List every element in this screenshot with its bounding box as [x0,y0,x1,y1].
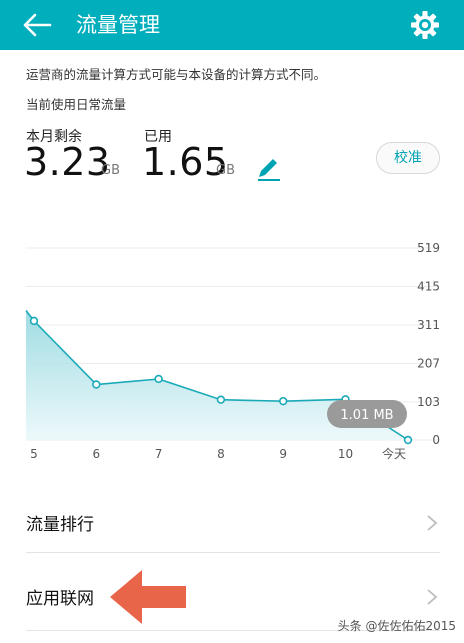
x-tick-label: 今天 [382,446,406,461]
x-tick-label: 5 [30,447,38,461]
data-point [279,396,288,406]
data-point [154,374,163,384]
app-header: 流量管理 [0,0,464,50]
pointer-arrow-icon [110,570,186,624]
list-item-traffic-ranking[interactable]: 流量排行 [26,494,440,553]
chevron-right-icon [427,515,438,531]
used-unit: GB [216,163,235,178]
page-title: 流量管理 [76,13,160,37]
calibrate-button[interactable]: 校准 [376,142,440,174]
data-point [403,435,413,445]
tooltip-text: 1.01 MB [340,408,393,423]
remaining-unit: GB [101,163,120,178]
gear-icon[interactable] [409,9,441,41]
y-tick-label: 311 [417,318,440,332]
carrier-notice: 运营商的流量计算方式可能与本设备的计算方式不同。 [26,67,327,82]
usage-chart: 519 415 311 207 103 0 5 6 7 8 9 10 今天 1.01 MB [25,241,440,461]
data-point [92,380,101,389]
data-point [216,395,226,404]
list-item-label: 流量排行 [26,515,94,535]
y-tick-label: 207 [417,356,440,370]
edit-pencil-icon[interactable] [254,155,282,183]
chevron-right-icon [427,589,438,605]
list-item-label: 应用联网 [26,589,94,609]
current-plan-label: 当前使用日常流量 [26,97,127,112]
data-point [29,316,39,326]
remaining-value: 3.23 [24,140,111,184]
x-tick-label: 9 [279,447,287,461]
x-tick-label: 10 [338,447,353,461]
watermark: 头条 @佐佐佑佑2015 [337,619,456,633]
x-tick-label: 6 [92,447,100,461]
chart-tooltip: 1.01 MB [327,400,407,428]
y-tick-label: 519 [417,241,440,255]
y-tick-label: 103 [417,395,440,409]
y-tick-label: 0 [432,433,440,447]
y-tick-label: 415 [417,279,440,293]
back-arrow-icon[interactable] [22,11,52,39]
x-tick-label: 7 [155,447,163,461]
x-tick-label: 8 [217,447,225,461]
